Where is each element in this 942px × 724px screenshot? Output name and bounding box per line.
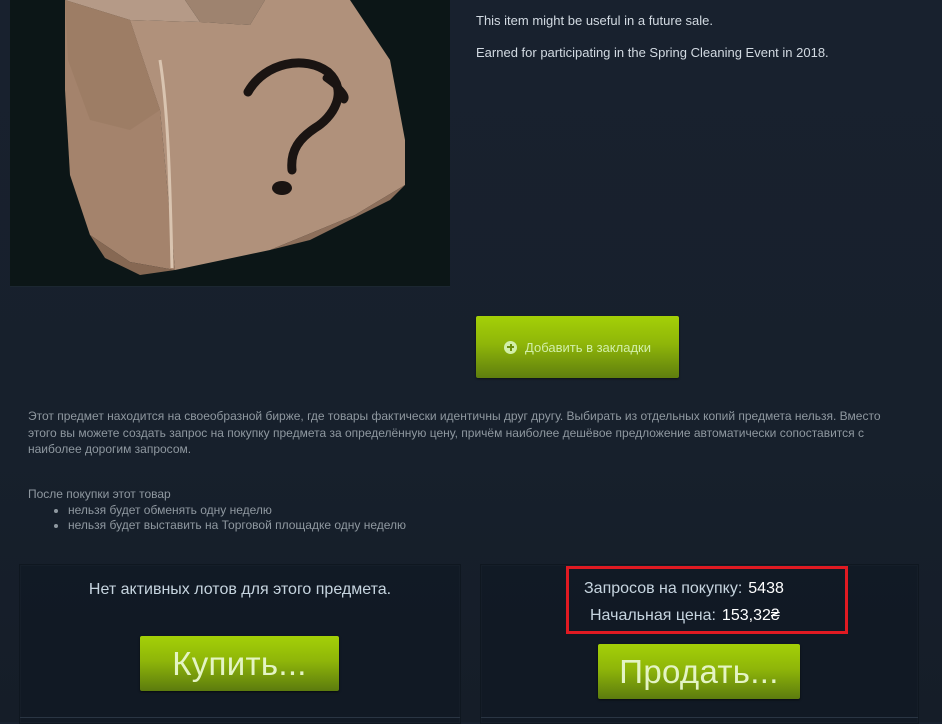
sell-panel: Запросов на покупку: 5438 Начальная цена:… [480,564,919,724]
restrictions-list: нельзя будет обменять одну неделю нельзя… [28,503,406,534]
add-bookmark-label: Добавить в закладки [525,339,651,355]
buy-requests-value: 5438 [748,580,784,597]
restriction-item: нельзя будет выставить на Торговой площа… [68,518,406,534]
market-info-text: Этот предмет находится на своеобразной б… [28,409,881,456]
purchase-restrictions: После покупки этот товар нельзя будет об… [28,487,406,534]
buy-button[interactable]: Купить... [140,636,339,691]
mystery-box-icon [10,0,450,286]
plus-circle-icon [504,340,518,354]
no-listings-message: Нет активных лотов для этого предмета. [88,581,392,598]
starting-price-value: 153,32₴ [721,607,780,624]
starting-price-row: Начальная цена: 153,32₴ [590,607,866,625]
item-description-line: Earned for participating in the Spring C… [476,45,829,60]
sell-button[interactable]: Продать... [598,644,800,699]
item-description-line: This item might be useful in a future sa… [476,13,714,28]
buy-requests-row: Запросов на покупку: 5438 [584,580,860,598]
restriction-item: нельзя будет обменять одну неделю [68,503,406,519]
restrictions-heading: После покупки этот товар [28,487,171,501]
buy-requests-label: Запросов на покупку: [584,580,743,597]
item-image [10,0,450,287]
buy-panel: Нет активных лотов для этого предмета. К… [19,564,461,724]
panel-divider [20,717,460,718]
starting-price-label: Начальная цена: [590,607,716,624]
add-bookmark-button[interactable]: Добавить в закладки [476,316,679,378]
buy-orders-highlight-box: Запросов на покупку: 5438 Начальная цена:… [566,566,848,634]
panel-divider [481,717,918,718]
